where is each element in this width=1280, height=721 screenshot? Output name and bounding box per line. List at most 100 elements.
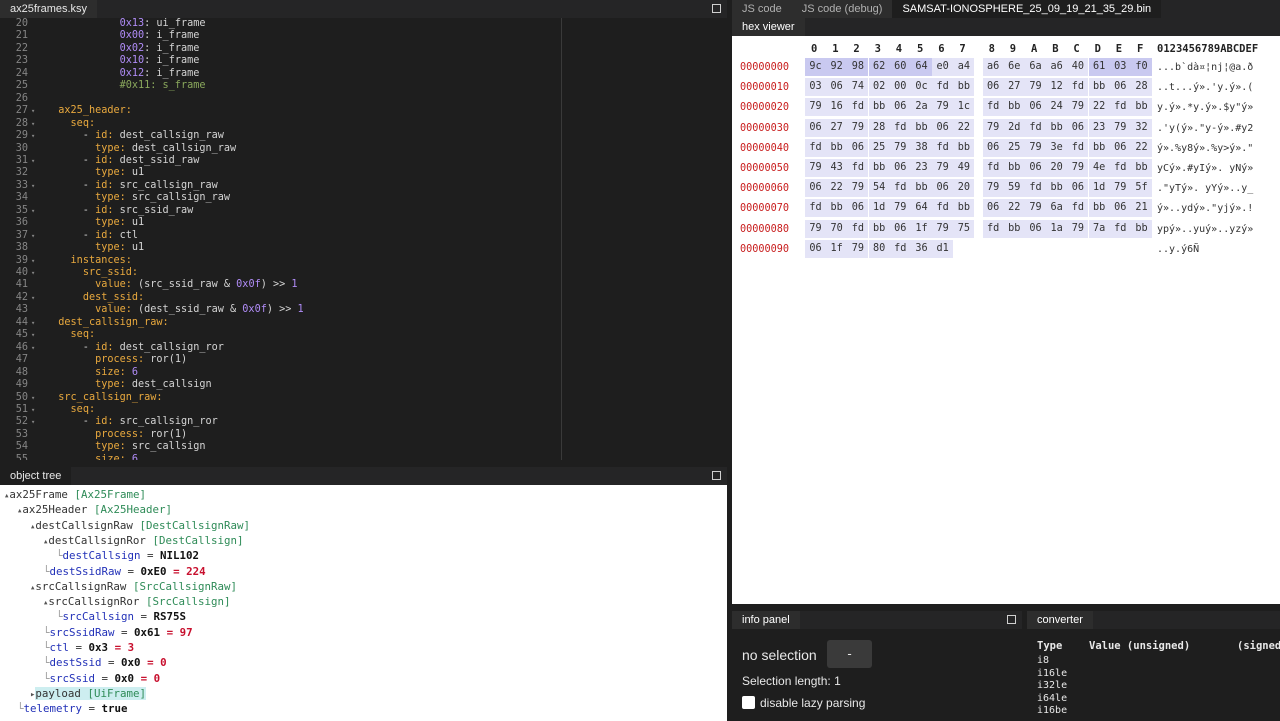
hex-byte[interactable]: 79 [1025, 199, 1046, 218]
hex-byte[interactable]: fd [1109, 219, 1131, 238]
tab-js-code-debug[interactable]: JS code (debug) [791, 0, 893, 18]
hex-byte[interactable]: 16 [826, 98, 848, 117]
hex-byte[interactable]: bb [1088, 78, 1110, 97]
hex-byte[interactable]: 54 [868, 179, 890, 198]
hex-byte[interactable]: 7a [1088, 219, 1110, 238]
fold-toggle-icon[interactable]: ▾ [31, 180, 35, 193]
fold-toggle-icon[interactable]: ▾ [31, 342, 35, 355]
hex-byte[interactable]: 06 [1067, 118, 1089, 137]
hex-byte[interactable]: fd [1025, 179, 1046, 198]
tree-node[interactable]: ▴destCallsignRaw [DestCallsignRaw] [30, 518, 250, 533]
tree-node[interactable]: ▴ax25Header [Ax25Header] [17, 502, 172, 517]
hex-byte[interactable]: 06 [932, 118, 954, 137]
hex-byte[interactable]: 22 [1003, 199, 1025, 218]
hex-byte[interactable]: fd [889, 118, 911, 137]
hex-byte[interactable]: bb [1131, 219, 1152, 238]
hex-byte[interactable]: fd [805, 199, 826, 218]
hex-byte[interactable]: 79 [805, 98, 826, 117]
hex-byte[interactable]: 6a [1046, 199, 1068, 218]
hex-byte[interactable]: 06 [847, 199, 869, 218]
hex-byte[interactable]: 79 [1109, 118, 1131, 137]
hex-byte[interactable]: bb [911, 118, 932, 137]
tree-node[interactable]: ▸payload [UiFrame] [30, 686, 146, 701]
hex-byte[interactable]: bb [911, 179, 932, 198]
hex-byte[interactable]: 6e [1003, 58, 1025, 76]
hex-byte[interactable]: 28 [868, 118, 890, 137]
tree-node[interactable]: └srcSsid = 0x0 = 0 [43, 671, 160, 686]
hex-byte[interactable]: bb [953, 199, 975, 218]
hex-byte[interactable]: 36 [911, 239, 932, 258]
hex-byte[interactable]: bb [868, 219, 890, 238]
hex-byte[interactable]: 03 [1109, 58, 1131, 76]
hex-byte[interactable]: 79 [932, 98, 954, 117]
hex-byte[interactable]: 03 [805, 78, 826, 97]
hex-byte[interactable]: 49 [953, 159, 975, 177]
hex-byte[interactable]: fd [1067, 78, 1089, 97]
hex-byte[interactable]: fd [982, 98, 1004, 117]
hex-byte[interactable]: bb [826, 138, 848, 157]
hex-byte[interactable]: 06 [826, 78, 848, 97]
hex-byte[interactable]: 23 [911, 159, 932, 177]
hex-byte[interactable]: 06 [889, 98, 911, 117]
hex-byte[interactable]: 4e [1088, 159, 1110, 177]
hex-byte[interactable]: 60 [889, 58, 911, 76]
tab-converter[interactable]: converter [1027, 611, 1093, 629]
hex-byte[interactable]: 79 [889, 138, 911, 157]
hex-byte[interactable]: 2d [1003, 118, 1025, 137]
hex-byte[interactable]: fd [1067, 199, 1089, 218]
hex-byte[interactable]: d1 [932, 239, 954, 258]
hex-byte[interactable]: bb [826, 199, 848, 218]
hex-byte[interactable]: 6a [1025, 58, 1046, 76]
hex-byte[interactable]: 06 [847, 138, 869, 157]
fold-toggle-icon[interactable]: ▾ [31, 118, 35, 131]
fold-toggle-icon[interactable]: ▾ [31, 255, 35, 268]
hex-byte[interactable]: 62 [868, 58, 890, 76]
hex-byte[interactable]: 0c [911, 78, 932, 97]
hex-byte[interactable]: 1f [911, 219, 932, 238]
hex-byte[interactable]: 22 [1088, 98, 1110, 117]
hex-byte[interactable]: 22 [1131, 138, 1152, 157]
hex-byte[interactable]: bb [1131, 159, 1152, 177]
tree-node[interactable]: └ctl = 0x3 = 3 [43, 640, 134, 655]
hex-byte[interactable]: 79 [1067, 159, 1089, 177]
tree-node[interactable]: └destCallsign = NIL102 [56, 548, 199, 563]
selection-button[interactable]: - [827, 640, 872, 668]
hex-byte[interactable]: fd [1109, 98, 1131, 117]
hex-byte[interactable]: 06 [982, 199, 1004, 218]
hex-byte[interactable]: 5f [1131, 179, 1152, 198]
fold-toggle-icon[interactable]: ▾ [31, 105, 35, 118]
fold-toggle-icon[interactable]: ▾ [31, 130, 35, 143]
fold-toggle-icon[interactable]: ▾ [31, 155, 35, 168]
hex-byte[interactable]: fd [1067, 138, 1089, 157]
hex-byte[interactable]: 43 [826, 159, 848, 177]
hex-byte[interactable]: 80 [868, 239, 890, 258]
hex-byte[interactable]: fd [932, 78, 954, 97]
hex-byte[interactable]: bb [868, 159, 890, 177]
hex-byte[interactable]: 1c [953, 98, 975, 117]
hex-byte[interactable]: 1d [868, 199, 890, 218]
hex-byte[interactable]: 06 [982, 138, 1004, 157]
hex-byte[interactable]: 79 [805, 159, 826, 177]
hex-byte[interactable]: 22 [826, 179, 848, 198]
tree-node[interactable]: └destSsidRaw = 0xE0 = 224 [43, 564, 206, 579]
tree-node[interactable]: ▴ax25Frame [Ax25Frame] [4, 487, 146, 502]
hex-byte[interactable]: bb [1088, 138, 1110, 157]
hex-ascii[interactable]: yCý».#yIý». yNý» [1157, 163, 1253, 174]
hex-byte[interactable]: 79 [1025, 78, 1046, 97]
hex-byte[interactable]: 21 [1131, 199, 1152, 218]
hex-byte[interactable]: 20 [953, 179, 975, 198]
tree-node[interactable]: └srcCallsign = RS75S [56, 609, 186, 624]
hex-byte[interactable]: fd [847, 219, 869, 238]
hex-ascii[interactable]: ý»..ydý»."yjý».! [1157, 203, 1253, 214]
hex-byte[interactable]: 1d [1088, 179, 1110, 198]
hex-byte[interactable]: a4 [953, 58, 975, 76]
hex-byte[interactable]: a6 [982, 58, 1004, 76]
hex-byte[interactable]: 79 [982, 118, 1004, 137]
fold-toggle-icon[interactable]: ▾ [31, 392, 35, 405]
hex-byte[interactable]: bb [1088, 199, 1110, 218]
hex-viewer[interactable]: 0 1 2 3 4 5 6 7 8 9 A B C D E F 0123456789ABCDEF 0000000… [732, 36, 1280, 604]
hex-byte[interactable]: 23 [1088, 118, 1110, 137]
hex-byte[interactable]: fd [889, 239, 911, 258]
hex-ascii[interactable]: y.ý».*y.ý».$y"ý» [1157, 102, 1253, 113]
fold-toggle-icon[interactable]: ▾ [31, 416, 35, 429]
